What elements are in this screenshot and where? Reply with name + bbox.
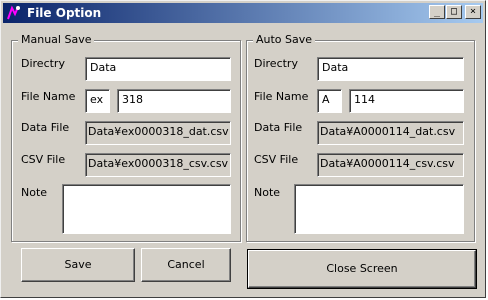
manual-filename-number-input[interactable]: 318 xyxy=(117,89,231,113)
manual-note-textarea[interactable] xyxy=(62,184,231,234)
manual-datafile-label: Data File xyxy=(21,121,70,134)
auto-save-group: Auto Save Directry Data File Name A 114 … xyxy=(246,33,475,242)
manual-csvfile-field: Data¥ex0000318_csv.csv xyxy=(85,153,231,177)
manual-save-legend: Manual Save xyxy=(18,33,95,47)
save-button[interactable]: Save xyxy=(21,248,135,282)
auto-directry-input[interactable]: Data xyxy=(317,57,464,81)
auto-filename-prefix-input[interactable]: A xyxy=(317,89,342,113)
manual-csvfile-label: CSV File xyxy=(21,153,66,166)
manual-filename-label: File Name xyxy=(21,90,76,103)
title-bar[interactable]: File Option _ □ × xyxy=(3,3,483,23)
auto-csvfile-label: CSV File xyxy=(254,153,299,166)
auto-datafile-label: Data File xyxy=(254,121,303,134)
minimize-button[interactable]: _ xyxy=(429,5,445,19)
maximize-button[interactable]: □ xyxy=(446,5,462,19)
manual-directry-input[interactable]: Data xyxy=(85,57,231,81)
auto-note-textarea[interactable] xyxy=(294,184,464,234)
manual-note-label: Note xyxy=(21,186,48,199)
manual-save-group: Manual Save Directry Data File Name ex 3… xyxy=(11,33,241,242)
manual-filename-prefix-input[interactable]: ex xyxy=(85,89,110,113)
cancel-button[interactable]: Cancel xyxy=(141,248,231,282)
auto-directry-label: Directry xyxy=(254,57,298,70)
auto-filename-number-input[interactable]: 114 xyxy=(349,89,464,113)
file-option-window: File Option _ □ × Manual Save Directry D… xyxy=(0,0,486,298)
close-screen-button[interactable]: Close Screen xyxy=(247,249,477,289)
auto-datafile-field: Data¥A0000114_dat.csv xyxy=(317,121,464,145)
auto-note-label: Note xyxy=(254,186,281,199)
auto-save-legend: Auto Save xyxy=(253,33,316,47)
close-button[interactable]: × xyxy=(465,5,481,19)
window-title: File Option xyxy=(27,6,102,20)
auto-csvfile-field: Data¥A0000114_csv.csv xyxy=(317,153,464,177)
auto-filename-label: File Name xyxy=(254,90,309,103)
app-icon xyxy=(7,5,20,20)
manual-datafile-field: Data¥ex0000318_dat.csv xyxy=(85,121,231,145)
manual-directry-label: Directry xyxy=(21,57,65,70)
